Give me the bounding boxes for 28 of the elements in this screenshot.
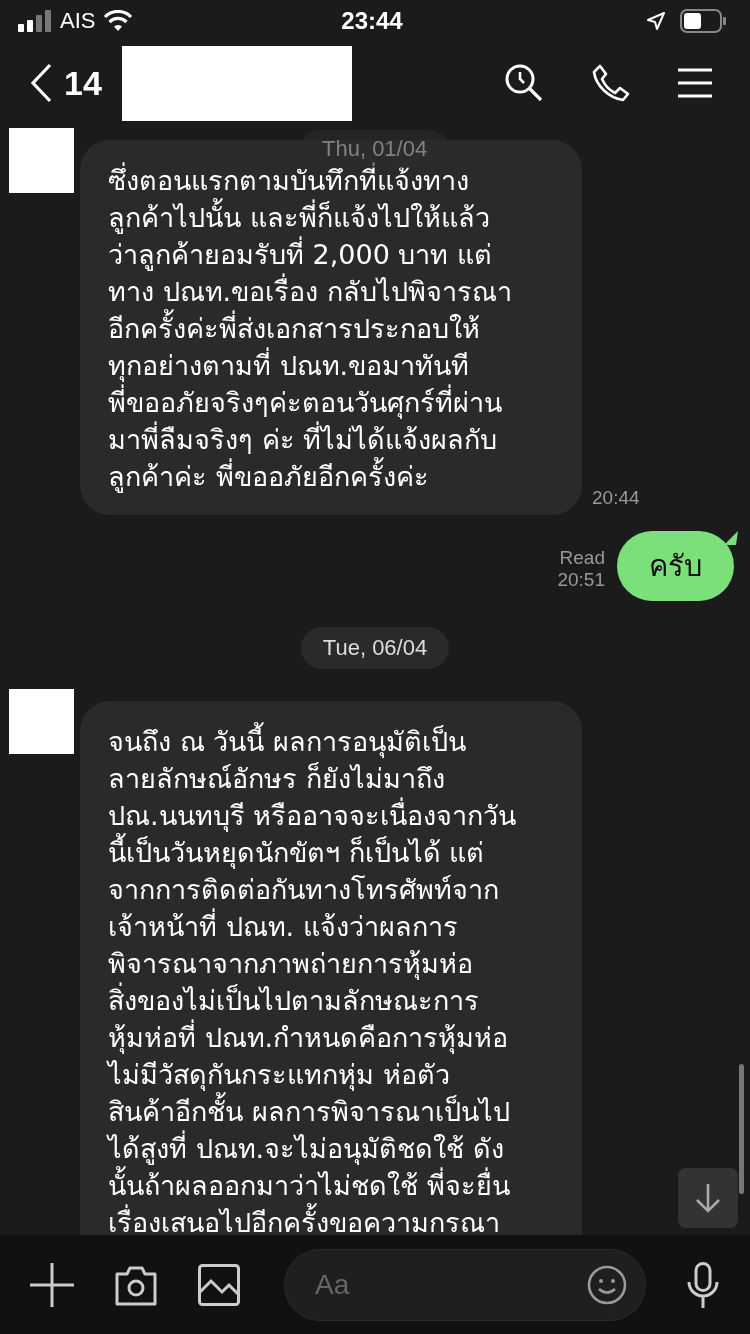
clock-time: 23:44 (341, 7, 403, 35)
back-button[interactable]: 14 (30, 63, 102, 103)
wifi-icon (103, 10, 134, 32)
avatar (9, 689, 74, 754)
avatar (9, 128, 74, 193)
image-icon[interactable] (198, 1263, 240, 1306)
message-bubble: จนถึง ณ วันนี้ ผลการอนุมัติเป็น ลายลักษณ์อักษร ก็ยังไม่มาถึง ปณ.นนทบุรี หรืออาจจะเนื่องจากวัน นี้เป็นวันหยุดนักขัตฯ ก็เป็นได้ แต่ จากการติดต่อกันทางโทรศัพท์จาก เจ้าหน้าที่ ปณท. แจ้งว่าผลการ พิจารณาจากภาพถ่ายการหุ้มห่อ สิ่งของไม่เป็นไปตามลักษณะการ หุ้มห่อที่ ปณท.กำหนดคือการหุ้มห่อ ไม่มีวัสดุกันกระแทกหุ่ม ห่อตัว สินค้าอีกชั้น ผลการพิจารณาเป็นไป ได้สูงที่ ปณท.จะไม่อนุมัติชดใช้ ดัง นั้นถ้าผลออกมาว่าไม่ชดใช้ พี่จะยื่น เรื่องเสนอไปอีกครั้งขอความกรณา (80, 701, 582, 1235)
search-icon[interactable] (504, 63, 544, 103)
read-receipt: Read (559, 547, 605, 569)
unread-count: 14 (64, 63, 102, 103)
arrow-down-icon (695, 1183, 721, 1213)
phone-icon[interactable] (592, 64, 630, 102)
menu-icon[interactable] (678, 68, 712, 98)
message-field[interactable]: Aa (284, 1248, 646, 1321)
carrier-name: AIS (60, 8, 96, 34)
message-time: 20:51 (557, 569, 605, 591)
message-time: 20:44 (592, 487, 640, 509)
microphone-icon[interactable] (686, 1261, 720, 1308)
location-icon (646, 11, 666, 31)
plus-icon[interactable] (30, 1262, 74, 1307)
emoji-icon[interactable] (587, 1264, 627, 1305)
signal-icon (18, 10, 52, 32)
battery-icon (680, 9, 726, 33)
bubble-tail-icon (724, 529, 740, 545)
date-chip: Tue, 06/04 (300, 627, 450, 669)
scroll-down-button[interactable] (678, 1168, 738, 1228)
message-input[interactable]: Aa (313, 1267, 587, 1302)
chevron-left-icon (30, 63, 52, 103)
